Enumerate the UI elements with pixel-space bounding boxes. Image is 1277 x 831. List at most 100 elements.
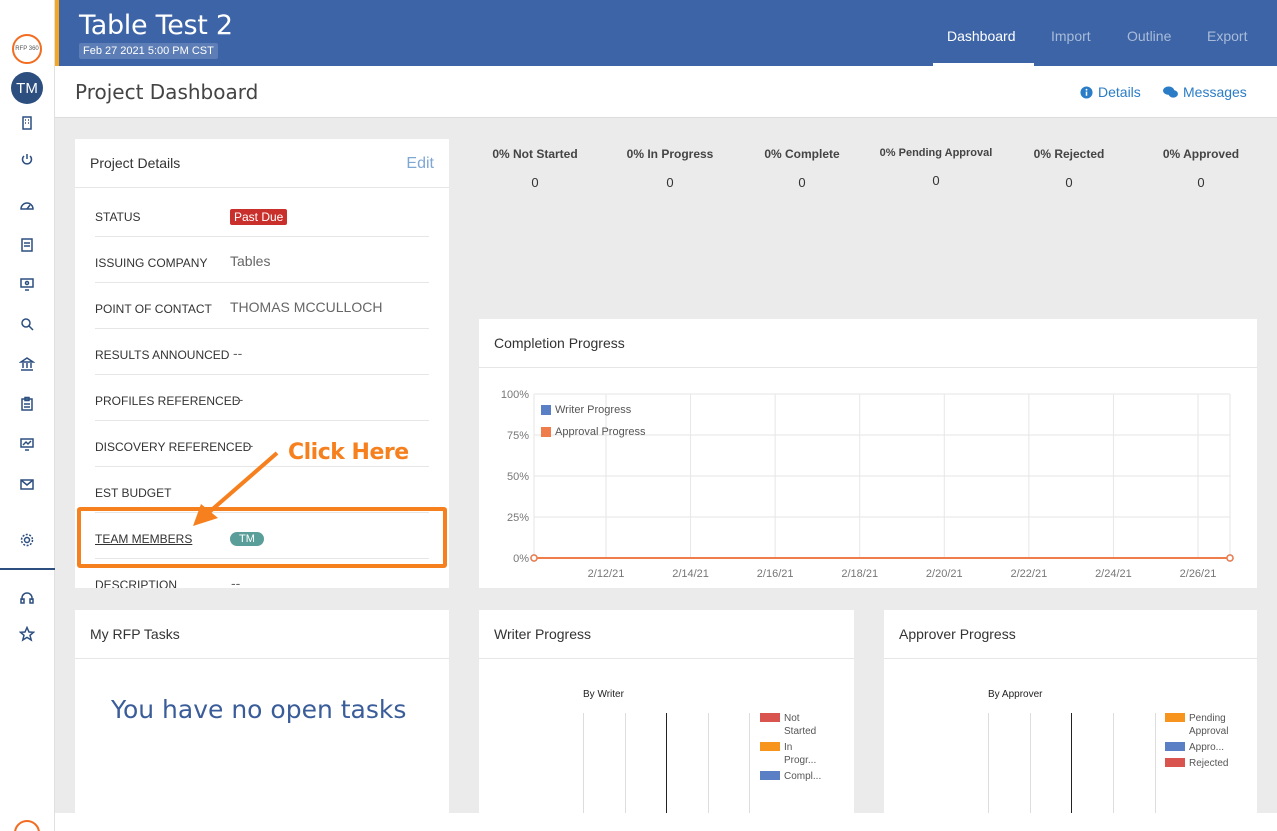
my-rfp-tasks-title: My RFP Tasks — [90, 626, 180, 642]
stat-value: 0 — [932, 173, 940, 188]
legend-rejected: Rejected — [1189, 758, 1229, 769]
stat-pending-approval: 0% Pending Approval 0 — [871, 147, 1001, 188]
data-point — [1226, 554, 1234, 562]
details-label: ISSUING COMPANY — [95, 256, 208, 270]
tab-import[interactable]: Import — [1051, 28, 1091, 44]
details-value: -- — [231, 575, 241, 588]
tab-dashboard[interactable]: Dashboard — [947, 28, 1016, 44]
gridline — [988, 713, 989, 813]
approver-progress-title: Approver Progress — [899, 626, 1016, 642]
rfp360-logo[interactable]: RFP 360 — [12, 34, 42, 64]
sidebar-divider — [0, 568, 55, 570]
completion-progress-title: Completion Progress — [494, 335, 625, 351]
stat-label: 0% Pending Approval — [879, 147, 993, 159]
details-label: DESCRIPTION — [95, 578, 178, 588]
stat-label: 0% Rejected — [1033, 147, 1105, 161]
annotation-arrow — [193, 451, 279, 526]
tab-outline[interactable]: Outline — [1127, 28, 1171, 44]
axis-line — [666, 713, 667, 813]
logo-text: RFP 360 — [15, 45, 39, 52]
document-icon[interactable] — [17, 235, 37, 255]
my-rfp-tasks-header: My RFP Tasks — [75, 610, 449, 659]
details-link[interactable]: Details — [1080, 84, 1141, 100]
legend-approved: Appro... — [1189, 742, 1225, 753]
user-avatar[interactable]: TM — [11, 72, 43, 104]
mail-icon[interactable] — [17, 474, 37, 494]
x-tick-label: 2/24/21 — [1095, 568, 1132, 580]
messages-link[interactable]: Messages — [1163, 84, 1247, 100]
gridline — [1030, 713, 1031, 813]
details-row-issuing-company: ISSUING COMPANY Tables — [95, 237, 429, 283]
stat-label: 0% In Progress — [626, 147, 714, 161]
building-icon[interactable] — [17, 113, 37, 133]
by-writer-title: By Writer — [583, 689, 624, 700]
stat-value: 0 — [531, 175, 539, 190]
legend-swatch-rejected — [1165, 758, 1185, 767]
details-value: -- — [233, 345, 243, 361]
sidebar: RFP 360 TM — [0, 0, 55, 831]
x-tick-label: 2/12/21 — [588, 568, 625, 580]
stat-not-started: 0% Not Started 0 — [470, 147, 600, 190]
edit-link[interactable]: Edit — [406, 155, 434, 173]
bank-icon[interactable] — [17, 354, 37, 374]
legend-pending-approval: Pending Approval — [1189, 713, 1229, 737]
click-here-annotation: Click Here — [288, 440, 409, 465]
headset-icon[interactable] — [17, 588, 37, 608]
legend-writer-progress[interactable]: Writer Progress — [541, 404, 631, 416]
clipboard-icon[interactable] — [17, 394, 37, 414]
x-tick-label: 2/22/21 — [1011, 568, 1048, 580]
by-approver-title: By Approver — [988, 689, 1043, 700]
gridline — [583, 713, 584, 813]
stat-approved: 0% Approved 0 — [1136, 147, 1266, 190]
gridline — [625, 713, 626, 813]
legend-swatch-approved — [1165, 742, 1185, 751]
legend-complete: Compl... — [784, 771, 822, 782]
details-label: EST BUDGET — [95, 486, 172, 500]
details-label: PROFILES REFERENCED — [95, 394, 241, 408]
dashboard-icon[interactable] — [17, 195, 37, 215]
top-header — [55, 0, 1277, 66]
comments-icon — [1163, 85, 1178, 98]
approver-progress-header: Approver Progress — [884, 610, 1257, 659]
details-label: STATUS — [95, 210, 141, 224]
x-tick-label: 2/20/21 — [926, 568, 963, 580]
rfp360-footer-logo — [14, 820, 40, 831]
tab-export[interactable]: Export — [1207, 28, 1247, 44]
search-icon[interactable] — [17, 314, 37, 334]
legend-swatch-in-progress — [760, 742, 780, 751]
stat-value: 0 — [798, 175, 806, 190]
header-accent-bar — [55, 0, 59, 66]
details-row-results-announced: RESULTS ANNOUNCED -- — [95, 329, 429, 375]
star-icon[interactable] — [17, 624, 37, 644]
legend-swatch — [541, 405, 551, 415]
details-value: -- — [234, 391, 244, 407]
stat-rejected: 0% Rejected 0 — [1004, 147, 1134, 190]
status-badge: Past Due — [230, 209, 288, 225]
no-tasks-message: You have no open tasks — [111, 695, 407, 724]
y-tick-label: 50% — [507, 471, 529, 483]
gear-icon[interactable] — [17, 530, 37, 550]
y-tick-label: 0% — [513, 553, 529, 565]
stat-value: 0 — [1197, 175, 1205, 190]
details-row-point-of-contact: POINT OF CONTACT THOMAS MCCULLOCH — [95, 283, 429, 329]
gridline — [1113, 713, 1114, 813]
writer-progress-title: Writer Progress — [494, 626, 591, 642]
monitor-icon[interactable] — [17, 274, 37, 294]
power-icon[interactable] — [17, 149, 37, 169]
stat-label: 0% Approved — [1162, 147, 1240, 161]
gridline — [708, 713, 709, 813]
stat-value: 0 — [666, 175, 674, 190]
stat-complete: 0% Complete 0 — [737, 147, 867, 190]
stat-label: 0% Not Started — [492, 147, 578, 161]
messages-link-label: Messages — [1183, 84, 1247, 100]
project-details-title: Project Details — [90, 155, 181, 171]
completion-progress-chart: 100% 75% 50% 25% 0% 2/12/21 2/14/21 2/16/21 2/18… — [501, 389, 1234, 580]
x-tick-label: 2/16/21 — [757, 568, 794, 580]
legend-label: Writer Progress — [555, 404, 632, 416]
details-link-label: Details — [1098, 84, 1141, 100]
gridline — [1155, 713, 1156, 813]
gridline — [749, 713, 750, 813]
writer-progress-header: Writer Progress — [479, 610, 854, 659]
legend-approval-progress[interactable]: Approval Progress — [541, 426, 646, 438]
chart-monitor-icon[interactable] — [17, 434, 37, 454]
